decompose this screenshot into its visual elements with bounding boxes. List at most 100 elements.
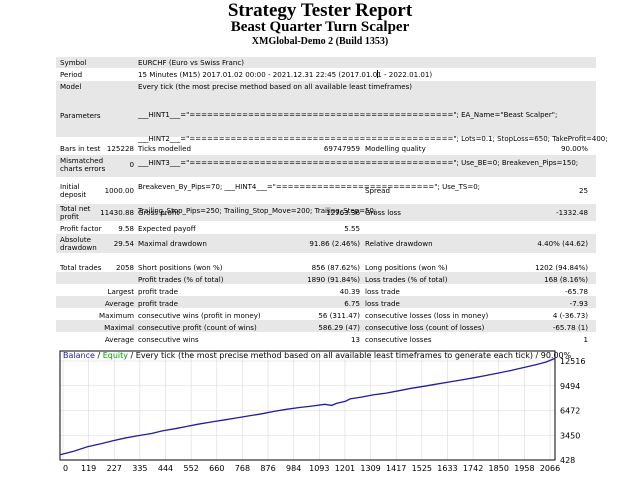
deposit-value: 1000.00 (104, 186, 134, 195)
mismatched-label-2: charts errors (60, 164, 106, 173)
x-tick-label: 1850 (489, 464, 509, 473)
legend-equity: Equity (102, 351, 128, 360)
average-loss-label: loss trade (365, 299, 400, 308)
maximal-profit-label: consecutive profit (count of wins) (138, 323, 257, 332)
quality-label: Modelling quality (365, 144, 426, 153)
parameters-line: ___HINT1___="===========================… (138, 111, 558, 119)
maximal-label: Maximal (104, 323, 134, 332)
row-background (56, 296, 596, 308)
x-tick-label: 0 (63, 464, 68, 473)
grossloss-label: Gross loss (365, 208, 401, 217)
period-text: 15 Minutes (M15) 2017.01.02 00:00 - 2021… (138, 70, 433, 79)
x-tick-label: 552 (184, 464, 199, 473)
largest-label: Largest (107, 287, 134, 296)
ticks-value: 69747959 (323, 144, 360, 153)
average-profit-label: profit trade (138, 299, 179, 308)
x-tick-label: 444 (158, 464, 173, 473)
long-label: Long positions (won %) (365, 263, 448, 272)
spread-label: Spread (365, 186, 390, 195)
avg-losses-label: consecutive losses (365, 335, 432, 344)
maximum-label: Maximum (99, 311, 134, 320)
pf-value: 9.58 (118, 224, 134, 233)
avg-wins-label: consecutive wins (138, 335, 199, 344)
reldd-value: 4.40% (44.62) (537, 239, 588, 248)
x-tick-label: 2066 (540, 464, 560, 473)
trades-value: 2058 (115, 263, 134, 272)
expert-name: Beast Quarter Turn Scalper (230, 19, 410, 35)
x-tick-label: 768 (235, 464, 250, 473)
quality-value: 90.00% (560, 144, 588, 153)
loss-trades-label: Loss trades (% of total) (365, 275, 448, 284)
max-wins-label: consecutive wins (profit in money) (138, 311, 261, 320)
server-build: XMGlobal-Demo 2 (Build 1353) (251, 36, 389, 47)
x-tick-label: 119 (81, 464, 96, 473)
parameters-label: Parameters (60, 111, 101, 120)
absdd-label-2: drawdown (60, 243, 97, 252)
legend-separator: / (94, 351, 103, 360)
chart-legend: Balance / Equity / Every tick (the most … (63, 351, 571, 360)
trades-label: Total trades (60, 263, 102, 272)
profit-trades-label: Profit trades (% of total) (138, 275, 224, 284)
average-label: Average (104, 299, 134, 308)
maximal-loss-label: consecutive loss (count of losses) (365, 323, 485, 332)
x-tick-label: 1633 (437, 464, 457, 473)
x-tick-label: 1525 (412, 464, 432, 473)
max-losses-value: 4 (-36.73) (552, 311, 588, 320)
period-value: 15 Minutes (M15) 2017.01.02 00:00 - 2021… (138, 71, 432, 79)
row-background (56, 57, 596, 68)
x-tick-label: 1742 (463, 464, 483, 473)
maxdd-label: Maximal drawdown (138, 239, 207, 248)
y-tick-label: 428 (560, 456, 575, 465)
average-loss-value: -7.93 (569, 299, 588, 308)
grossprofit-value: 12763.36 (326, 208, 360, 217)
reldd-label: Relative drawdown (365, 239, 433, 248)
x-tick-label: 876 (260, 464, 275, 473)
largest-profit-value: 40.39 (339, 287, 360, 296)
x-tick-label: 1201 (335, 464, 355, 473)
parameters-line: ___HINT2___="===========================… (138, 135, 608, 143)
max-wins-value: 56 (311.47) (318, 311, 360, 320)
y-tick-label: 3450 (560, 431, 580, 440)
parameters-line: ___HINT3___="===========================… (138, 159, 579, 167)
x-tick-label: 1093 (309, 464, 329, 473)
mismatched-value: 0 (129, 160, 134, 169)
average-profit-value: 6.75 (344, 299, 360, 308)
short-label: Short positions (won %) (138, 263, 223, 272)
loss-trades-value: 168 (8.16%) (544, 275, 588, 284)
symbol-label: Symbol (60, 58, 87, 67)
legend-description: / Every tick (the most precise method ba… (127, 351, 572, 360)
bars-value: 125228 (106, 144, 134, 153)
model-value: Every tick (the most precise method base… (138, 82, 413, 91)
x-tick-label: 1417 (386, 464, 406, 473)
largest-profit-label: profit trade (138, 287, 179, 296)
short-value: 856 (87.62%) (311, 263, 360, 272)
netprofit-label-2: profit (60, 212, 79, 221)
avg-cons-label: Average (104, 335, 134, 344)
deposit-label-2: deposit (60, 190, 87, 199)
y-tick-label: 6472 (560, 407, 580, 416)
netprofit-value: 11430.88 (100, 208, 134, 217)
x-tick-label: 984 (286, 464, 301, 473)
grossloss-value: -1332.48 (556, 208, 588, 217)
maximal-profit-value: 586.29 (47) (318, 323, 360, 332)
text-cursor (377, 70, 378, 78)
maximal-loss-value: -65.78 (1) (552, 323, 588, 332)
largest-loss-label: loss trade (365, 287, 400, 296)
x-tick-label: 335 (132, 464, 147, 473)
avg-losses-value: 1 (583, 335, 588, 344)
long-value: 1202 (94.84%) (535, 263, 588, 272)
parameters-value: ___HINT1___="===========================… (138, 95, 608, 223)
x-tick-label: 1958 (514, 464, 534, 473)
legend-balance: Balance (63, 351, 95, 360)
y-tick-label: 9494 (560, 382, 580, 391)
period-label: Period (60, 70, 83, 79)
x-tick-label: 660 (209, 464, 224, 473)
avg-wins-value: 13 (350, 335, 360, 344)
maxdd-value: 91.86 (2.46%) (309, 239, 360, 248)
balance-chart: 0 119 227 335 444 552 660 768 876 984 1093 1201 1309… (58, 348, 640, 480)
payoff-label: Expected payoff (138, 224, 196, 233)
pf-label: Profit factor (60, 224, 102, 233)
largest-loss-value: -65.78 (565, 287, 588, 296)
max-losses-label: consecutive losses (loss in money) (365, 311, 489, 320)
ticks-label: Ticks modelled (138, 144, 191, 153)
